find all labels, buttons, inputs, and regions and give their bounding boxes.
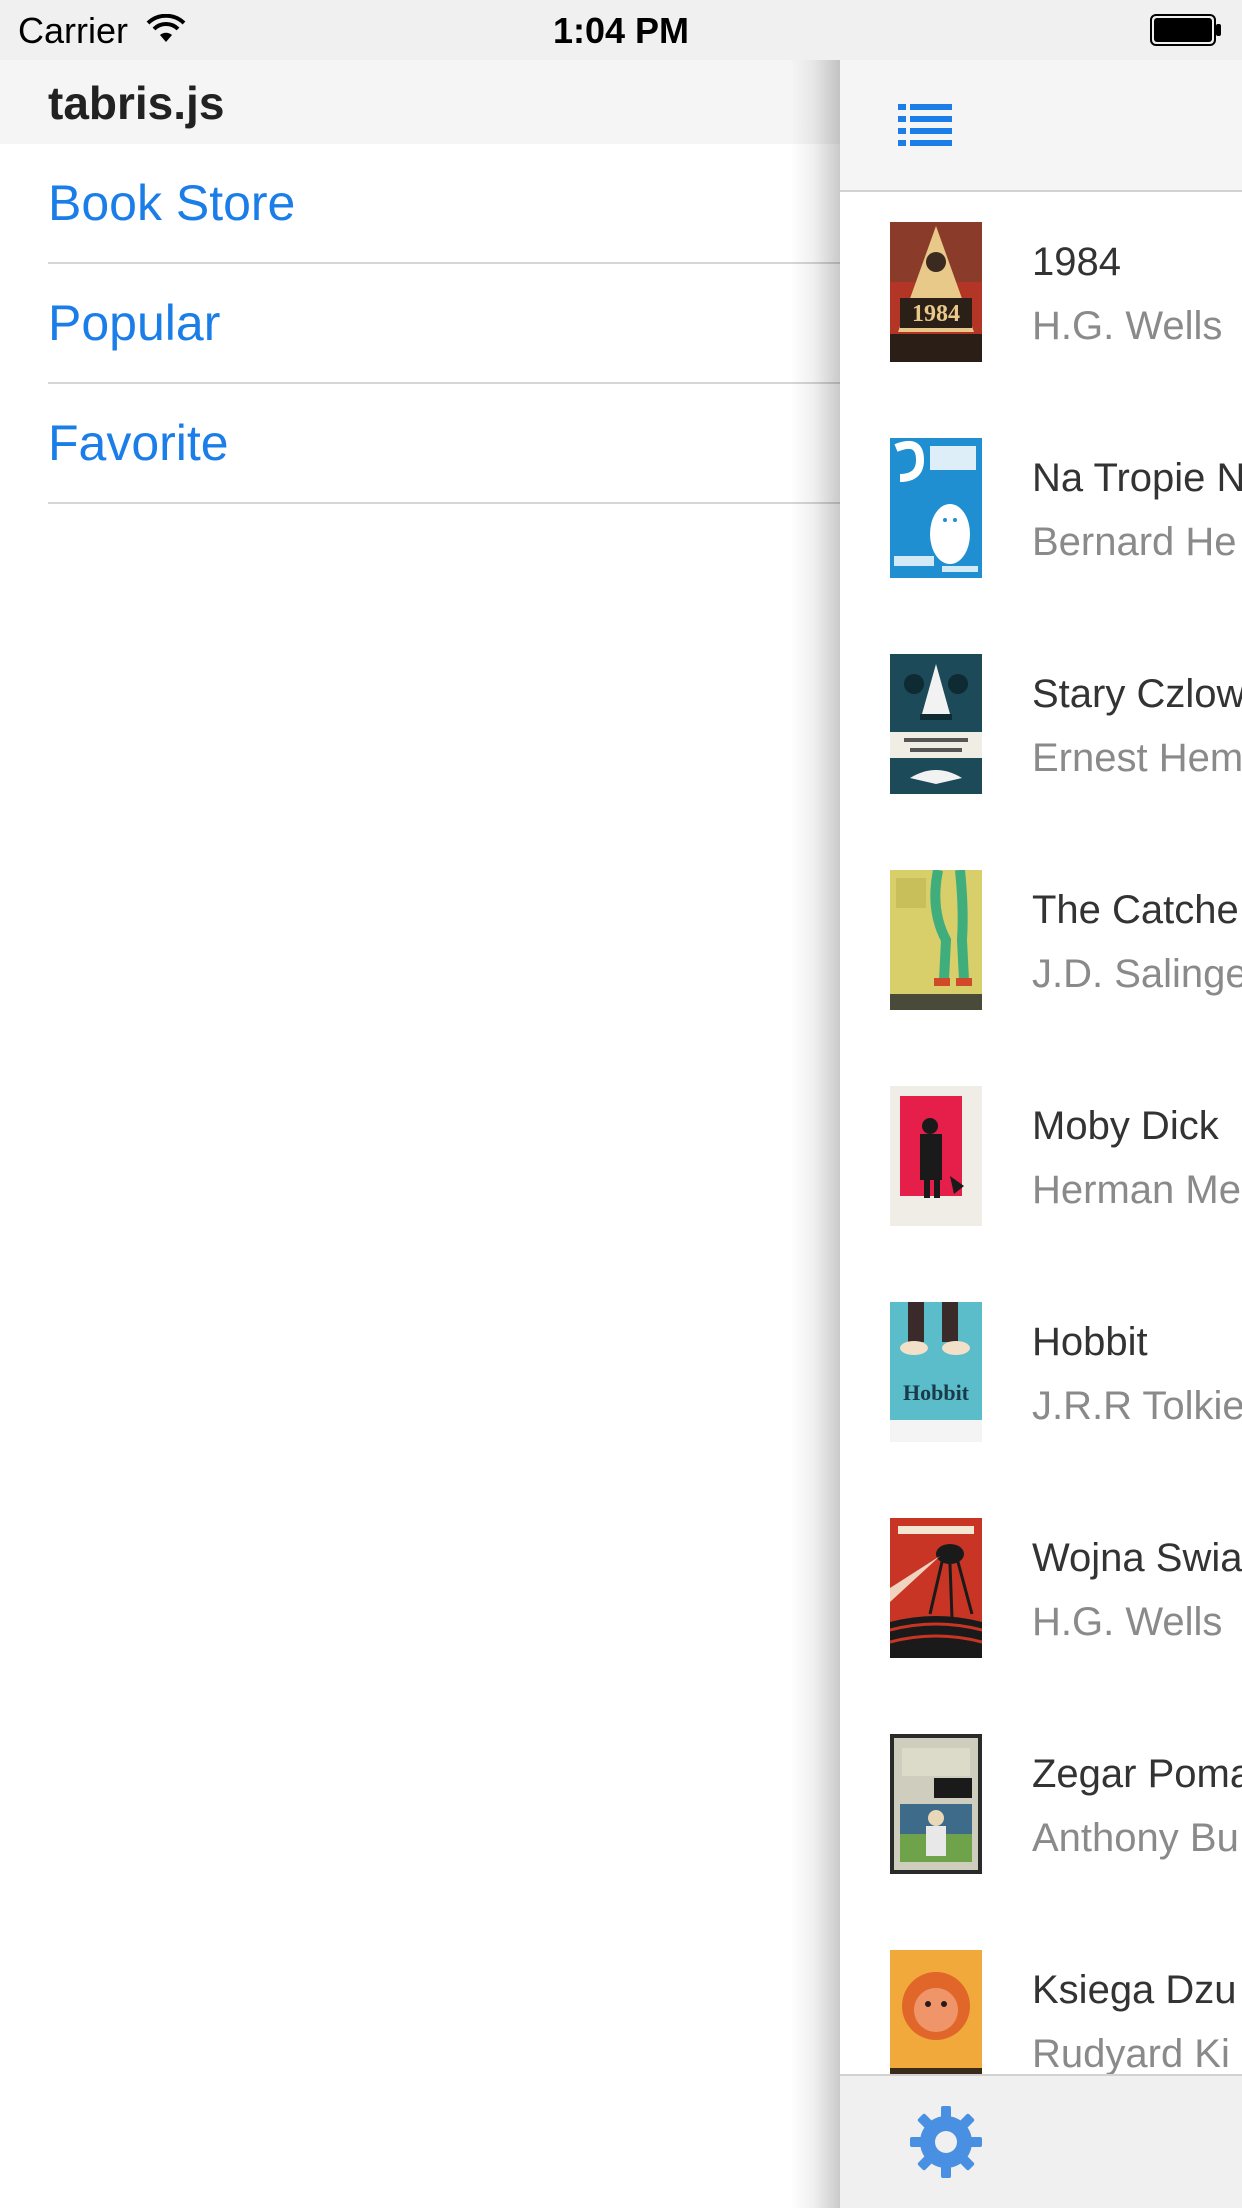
book-author: J.D. Salinge xyxy=(1032,952,1242,996)
drawer-item-label: Favorite xyxy=(48,415,229,471)
book-title: Moby Dick xyxy=(1032,1104,1219,1148)
book-cover-moby-dick xyxy=(890,1086,982,1226)
book-title: Wojna Swia xyxy=(1032,1536,1242,1580)
book-list-page: 1984 1984 H.G. Wells Na Tropie N Bernard… xyxy=(840,60,1242,2208)
svg-text:1984: 1984 xyxy=(912,301,960,327)
drawer-item-label: Popular xyxy=(48,295,221,351)
book-cover-hobbit: Hobbit xyxy=(890,1302,982,1442)
book-row[interactable]: Moby Dick Herman Me xyxy=(840,1056,1242,1272)
drawer-edge-shadow xyxy=(790,60,842,2208)
book-author: Ernest Hem xyxy=(1032,736,1242,780)
book-author: H.G. Wells xyxy=(1032,304,1223,348)
book-title: Hobbit xyxy=(1032,1320,1148,1364)
gear-icon[interactable] xyxy=(908,2104,984,2180)
status-time: 1:04 PM xyxy=(552,10,690,51)
list-menu-icon[interactable] xyxy=(896,96,956,156)
status-bar: Carrier 1:04 PM xyxy=(0,0,1242,60)
book-row[interactable]: The Catche J.D. Salinge xyxy=(840,840,1242,1056)
book-author: Anthony Bu xyxy=(1032,1816,1239,1860)
book-cover-wojna-swiatow xyxy=(890,1518,982,1658)
book-author: Rudyard Ki xyxy=(1032,2032,1230,2076)
book-cover-stary-czlowiek xyxy=(890,654,982,794)
book-row[interactable]: Hobbit Hobbit J.R.R Tolkie xyxy=(840,1272,1242,1488)
drawer-title: tabris.js xyxy=(48,77,225,129)
battery-icon xyxy=(1150,14,1221,46)
book-list[interactable]: 1984 1984 H.G. Wells Na Tropie N Bernard… xyxy=(840,192,1242,2134)
navigation-drawer: tabris.js Book Store Popular Favorite xyxy=(0,60,841,2208)
app-screen: Carrier 1:04 PM tabris.js Book Store Pop… xyxy=(0,0,1242,2208)
book-title: Stary Czlow xyxy=(1032,672,1242,716)
drawer-header: tabris.js xyxy=(0,60,841,144)
book-title: Na Tropie N xyxy=(1032,456,1242,500)
book-author: Bernard He xyxy=(1032,520,1237,564)
svg-text:Hobbit: Hobbit xyxy=(903,1380,970,1405)
book-row[interactable]: 1984 1984 H.G. Wells xyxy=(840,192,1242,408)
book-title: Ksiega Dzu xyxy=(1032,1968,1237,2012)
book-title: 1984 xyxy=(1032,240,1121,284)
book-author: J.R.R Tolkie xyxy=(1032,1384,1242,1428)
book-cover-catcher xyxy=(890,870,982,1010)
drawer-item-popular[interactable]: Popular xyxy=(48,264,841,384)
book-cover-zegar xyxy=(890,1734,982,1874)
book-cover-ksiega xyxy=(890,1950,982,2090)
drawer-item-label: Book Store xyxy=(48,175,296,231)
book-author: Herman Me xyxy=(1032,1168,1241,1212)
toolbar xyxy=(840,60,1242,192)
bottom-bar xyxy=(840,2074,1242,2208)
book-row[interactable]: Stary Czlow Ernest Hem xyxy=(840,624,1242,840)
book-title: Zegar Poma xyxy=(1032,1752,1242,1796)
book-cover-1984: 1984 xyxy=(890,222,982,362)
book-author: H.G. Wells xyxy=(1032,1600,1223,1644)
book-row[interactable]: Wojna Swia H.G. Wells xyxy=(840,1488,1242,1704)
drawer-item-book-store[interactable]: Book Store xyxy=(48,144,841,264)
book-cover-na-tropie xyxy=(890,438,982,578)
drawer-item-favorite[interactable]: Favorite xyxy=(48,384,841,504)
book-row[interactable]: Zegar Poma Anthony Bu xyxy=(840,1704,1242,1920)
book-title: The Catche xyxy=(1032,888,1239,932)
book-row[interactable]: Na Tropie N Bernard He xyxy=(840,408,1242,624)
